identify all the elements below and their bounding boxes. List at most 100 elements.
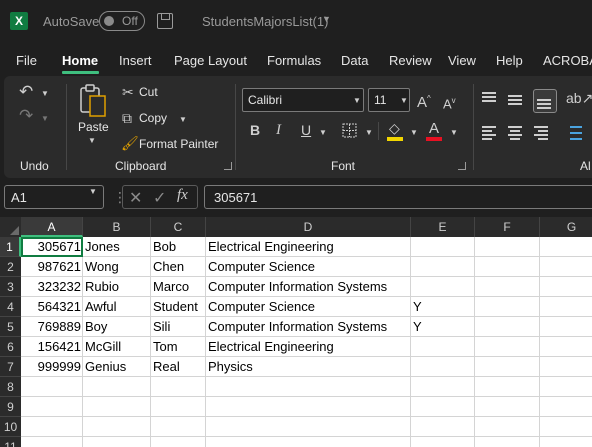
cell-c5[interactable]: Sili: [151, 317, 206, 337]
active-tab-indicator: [62, 71, 99, 74]
cell-c3[interactable]: Marco: [151, 277, 206, 297]
cell-d3[interactable]: Computer Information Systems: [206, 277, 411, 297]
cell-d1[interactable]: Electrical Engineering: [206, 237, 411, 257]
cell-e3[interactable]: [411, 277, 475, 297]
row-header-5[interactable]: 5: [0, 317, 21, 337]
fill-color-icon[interactable]: ◇: [389, 121, 400, 135]
paste-label: Paste: [78, 120, 109, 134]
cell-e1[interactable]: [411, 237, 475, 257]
cell-b7[interactable]: Genius: [83, 357, 151, 377]
format-painter-button[interactable]: Format Painter: [139, 137, 218, 151]
cell-b1[interactable]: Jones: [83, 237, 151, 257]
cell-e6[interactable]: [411, 337, 475, 357]
cell-d7[interactable]: Physics: [206, 357, 411, 377]
cell-e2[interactable]: [411, 257, 475, 277]
cell-a4[interactable]: 564321: [21, 297, 83, 317]
orientation-icon[interactable]: ab↗: [566, 91, 592, 105]
chevron-down-icon[interactable]: ▼: [322, 14, 331, 24]
row-header-1[interactable]: 1: [0, 237, 21, 257]
font-size-select[interactable]: 11 ▼: [368, 88, 410, 112]
tab-home[interactable]: Home: [62, 53, 98, 68]
cell-c7[interactable]: Real: [151, 357, 206, 377]
tab-page-layout[interactable]: Page Layout: [174, 53, 247, 68]
row-header-3[interactable]: 3: [0, 277, 21, 297]
underline-button[interactable]: U: [301, 123, 311, 137]
align-bottom-button[interactable]: [533, 89, 557, 113]
row-header-2[interactable]: 2: [0, 257, 21, 277]
borders-icon[interactable]: [342, 123, 357, 138]
row-header-11[interactable]: 11: [0, 437, 21, 447]
cell-c4[interactable]: Student: [151, 297, 206, 317]
cell-d5[interactable]: Computer Information Systems: [206, 317, 411, 337]
cell-e4[interactable]: Y: [411, 297, 475, 317]
undo-dropdown-icon[interactable]: ▼: [41, 89, 49, 98]
insert-function-icon[interactable]: fx: [177, 187, 188, 204]
chevron-down-icon[interactable]: ▼: [89, 187, 97, 196]
save-icon[interactable]: [157, 13, 173, 29]
column-header-b[interactable]: B: [83, 217, 151, 237]
column-header-f[interactable]: F: [475, 217, 540, 237]
cell-c6[interactable]: Tom: [151, 337, 206, 357]
cell-a3[interactable]: 323232: [21, 277, 83, 297]
font-color-dropdown-icon[interactable]: ▼: [450, 128, 458, 137]
cell-d4[interactable]: Computer Science: [206, 297, 411, 317]
font-name-select[interactable]: Calibri ▼: [242, 88, 364, 112]
cut-button[interactable]: Cut: [139, 85, 158, 99]
tab-insert[interactable]: Insert: [119, 53, 152, 68]
cell-b6[interactable]: McGill: [83, 337, 151, 357]
cell-a6[interactable]: 156421: [21, 337, 83, 357]
cell-c2[interactable]: Chen: [151, 257, 206, 277]
column-header-a[interactable]: A: [21, 217, 83, 237]
select-all-button[interactable]: [0, 217, 21, 237]
tab-formulas[interactable]: Formulas: [267, 53, 321, 68]
paintbrush-icon[interactable]: 🖌: [121, 136, 139, 150]
scissors-icon[interactable]: ✂: [122, 85, 134, 99]
tab-review[interactable]: Review: [389, 53, 432, 68]
copy-dropdown-icon[interactable]: ▼: [179, 115, 187, 124]
tab-file[interactable]: File: [16, 53, 37, 68]
borders-dropdown-icon[interactable]: ▼: [365, 128, 373, 137]
shrink-font-icon[interactable]: Av: [443, 94, 456, 111]
row-header-6[interactable]: 6: [0, 337, 21, 357]
cell-a2[interactable]: 987621: [21, 257, 83, 277]
cell-e5[interactable]: Y: [411, 317, 475, 337]
cell-a5[interactable]: 769889: [21, 317, 83, 337]
font-launcher-icon[interactable]: [458, 162, 466, 170]
row-header-7[interactable]: 7: [0, 357, 21, 377]
italic-button[interactable]: I: [276, 123, 281, 138]
column-header-e[interactable]: E: [411, 217, 475, 237]
cell-a7[interactable]: 999999: [21, 357, 83, 377]
copy-button[interactable]: Copy: [139, 111, 167, 125]
column-header-g[interactable]: G: [540, 217, 592, 237]
cell-c1[interactable]: Bob: [151, 237, 206, 257]
column-header-d[interactable]: D: [206, 217, 411, 237]
row-header-8[interactable]: 8: [0, 377, 21, 397]
row-header-10[interactable]: 10: [0, 417, 21, 437]
tab-acrobat[interactable]: ACROBA: [543, 53, 592, 68]
copy-icon[interactable]: ⧉: [122, 111, 132, 125]
autosave-toggle[interactable]: Off: [99, 11, 145, 31]
clipboard-launcher-icon[interactable]: [224, 162, 232, 170]
cell-b2[interactable]: Wong: [83, 257, 151, 277]
tab-data[interactable]: Data: [341, 53, 368, 68]
cell-d6[interactable]: Electrical Engineering: [206, 337, 411, 357]
underline-dropdown-icon[interactable]: ▼: [319, 128, 327, 137]
cell-d2[interactable]: Computer Science: [206, 257, 411, 277]
cell-b4[interactable]: Awful: [83, 297, 151, 317]
column-header-c[interactable]: C: [151, 217, 206, 237]
cell-e7[interactable]: [411, 357, 475, 377]
bold-button[interactable]: B: [250, 123, 260, 137]
undo-icon[interactable]: ↶: [19, 83, 33, 100]
font-color-icon[interactable]: A: [429, 121, 439, 136]
formula-input[interactable]: 305671: [204, 185, 592, 209]
tab-view[interactable]: View: [448, 53, 476, 68]
cell-b3[interactable]: Rubio: [83, 277, 151, 297]
row-header-9[interactable]: 9: [0, 397, 21, 417]
file-name[interactable]: StudentsMajorsList(1): [202, 14, 328, 29]
tab-help[interactable]: Help: [496, 53, 523, 68]
paste-dropdown-icon[interactable]: ▼: [88, 136, 96, 145]
fill-color-dropdown-icon[interactable]: ▼: [410, 128, 418, 137]
grow-font-icon[interactable]: A^: [417, 92, 431, 110]
cell-b5[interactable]: Boy: [83, 317, 151, 337]
row-header-4[interactable]: 4: [0, 297, 21, 317]
